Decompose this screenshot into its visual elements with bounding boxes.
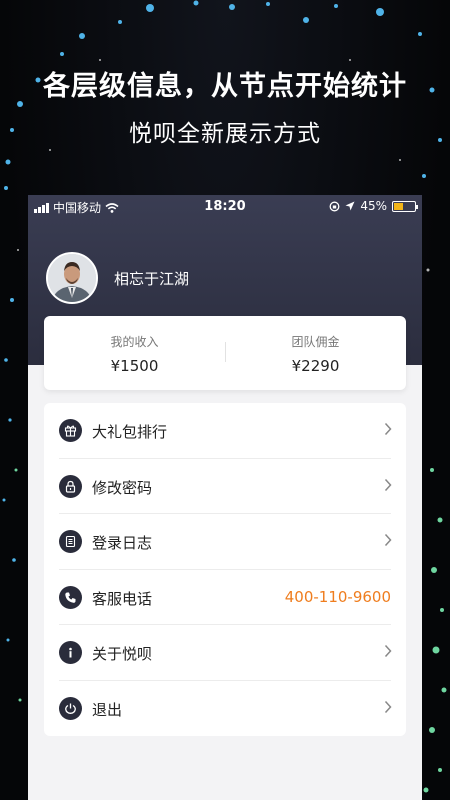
menu-item-logout[interactable]: 退出 [44,681,406,737]
promo-subline: 悦呗全新展示方式 [129,121,321,147]
gift-icon [59,419,82,442]
my-income[interactable]: 我的收入 ¥1500 [44,316,225,390]
power-icon [59,696,82,720]
menu-label: 修改密码 [92,478,153,497]
menu-label: 大礼包排行 [92,423,168,441]
service-phone-number[interactable]: 400-110-9600 [285,588,391,606]
menu-item-change-password[interactable]: 修改密码 [44,459,406,514]
menu-label: 退出 [92,700,123,719]
chevron-right-icon [384,478,392,491]
menu-item-login-log[interactable]: 登录日志 [44,514,406,570]
team-commission-value: ¥2290 [291,357,340,375]
chevron-right-icon [384,533,392,547]
rotation-lock-icon [329,201,340,211]
phone-screen: 中国移动 18:20 45% 相忘于江湖 我的收入 ¥1500 团队佣金 ¥22… [28,195,422,800]
team-commission[interactable]: 团队佣金 ¥2290 [225,316,406,390]
info-icon [59,641,82,664]
avatar[interactable] [46,252,98,304]
lock-icon [59,474,82,498]
team-commission-label: 团队佣金 [291,335,340,349]
income-card: 我的收入 ¥1500 团队佣金 ¥2290 [44,316,406,390]
location-icon [345,201,355,211]
my-income-label: 我的收入 [110,335,159,349]
log-icon [59,530,82,553]
menu-item-about[interactable]: 关于悦呗 [44,625,406,681]
chevron-right-icon [384,700,392,713]
chevron-right-icon [384,644,392,658]
username: 相忘于江湖 [114,270,190,288]
my-income-value: ¥1500 [110,357,159,375]
chevron-right-icon [384,422,392,436]
avatar-image [48,254,96,302]
menu-item-gift-ranking[interactable]: 大礼包排行 [44,403,406,459]
promo-headline: 各层级信息，从节点开始统计 [43,71,407,102]
menu-label: 客服电话 [92,589,153,608]
menu-item-customer-service[interactable]: 客服电话 400-110-9600 [44,570,406,625]
battery-icon [392,200,418,212]
menu-label: 登录日志 [92,534,153,552]
status-bar: 中国移动 18:20 45% [28,195,422,217]
phone-icon [59,585,82,609]
menu-list: 大礼包排行 修改密码 登录日志 客服电话 400-110-9600 关于悦呗 退… [44,403,406,736]
menu-label: 关于悦呗 [92,645,153,663]
battery-percent: 45% [360,199,387,213]
